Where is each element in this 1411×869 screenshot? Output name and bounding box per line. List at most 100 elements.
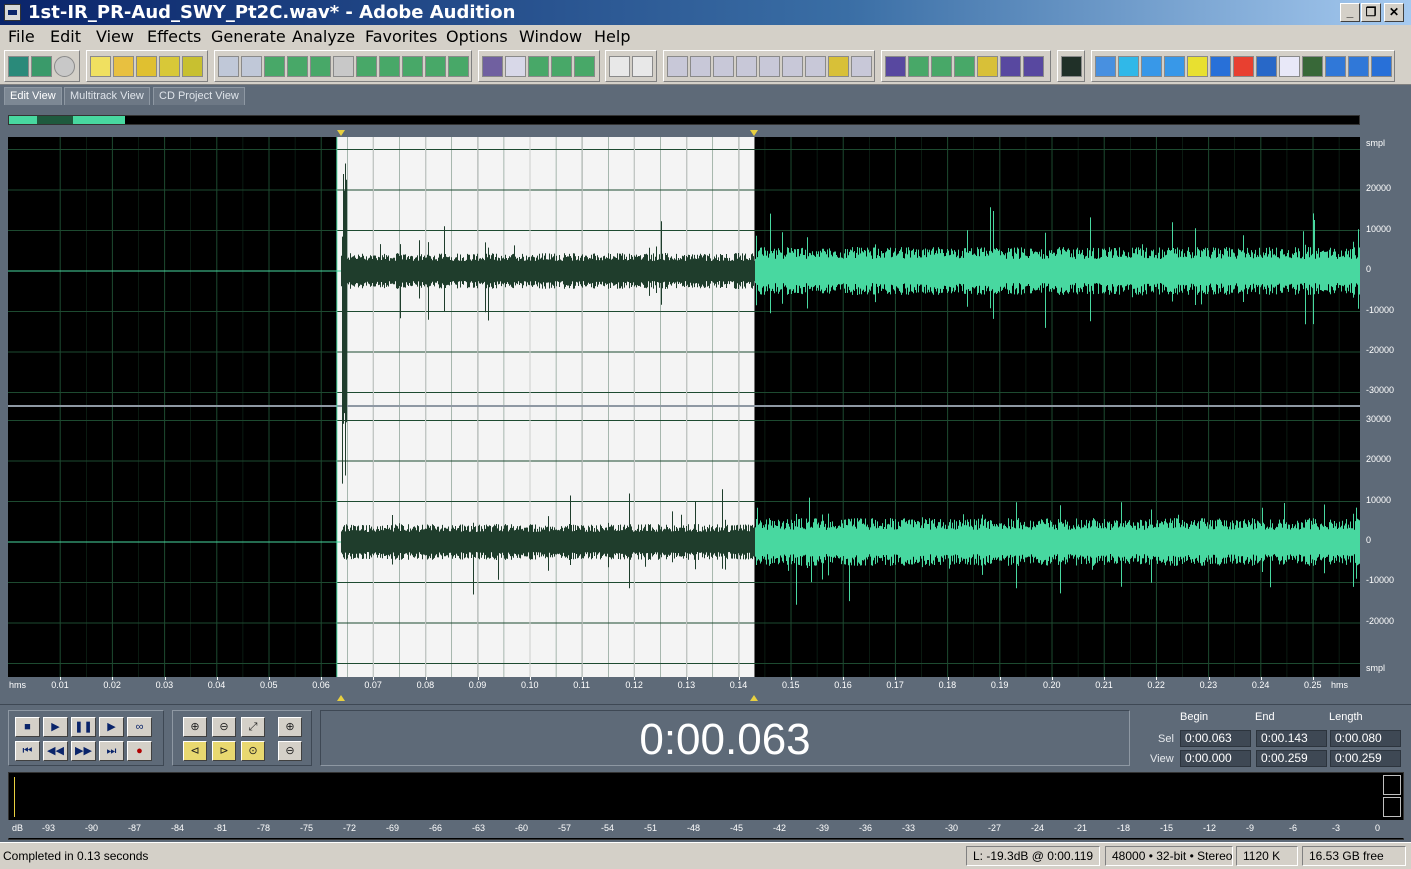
stop-button[interactable]: ■ — [15, 717, 40, 737]
open-folder-icon[interactable] — [113, 56, 134, 77]
menu-effects[interactable]: Effects — [147, 27, 201, 46]
go-to-start-button[interactable]: ⏮ — [15, 741, 40, 761]
menu-analyze[interactable]: Analyze — [292, 27, 355, 46]
view-end-field[interactable]: 0:00.259 — [1256, 750, 1327, 767]
selection-start-handle[interactable] — [337, 130, 345, 136]
plugin-bars-icon[interactable] — [1256, 56, 1277, 77]
plugin-meter-icon[interactable] — [1233, 56, 1254, 77]
reverb-icon[interactable] — [977, 56, 998, 77]
plugin-wave-icon[interactable] — [1141, 56, 1162, 77]
copy-icon[interactable] — [310, 56, 331, 77]
sel-end-field[interactable]: 0:00.143 — [1256, 730, 1327, 747]
plugin-flip-icon[interactable] — [1371, 56, 1392, 77]
tab-edit-view[interactable]: Edit View — [4, 87, 62, 105]
copy-new-icon[interactable] — [287, 56, 308, 77]
plugin-ac-icon[interactable] — [1118, 56, 1139, 77]
noise-reduction-icon[interactable] — [908, 56, 929, 77]
menu-generate[interactable]: Generate — [211, 27, 286, 46]
waveform-display[interactable] — [8, 137, 1360, 677]
play-to-end-button[interactable]: ▶ — [99, 717, 124, 737]
organizer-icon[interactable] — [667, 56, 688, 77]
time-ruler[interactable]: hms hms 0.01 0.02 0.03 0.04 0.05 0.06 0.07 0.08… — [8, 677, 1360, 695]
zoom-in-vertical-icon[interactable]: ⊕ — [278, 717, 302, 737]
save-all-icon[interactable] — [182, 56, 203, 77]
zoom-selection-icon[interactable]: ⊙ — [241, 741, 265, 761]
view-length-field[interactable]: 0:00.259 — [1330, 750, 1401, 767]
close-button[interactable]: ✕ — [1384, 3, 1404, 22]
selection-start-handle[interactable] — [337, 695, 345, 701]
multitrack-icon[interactable] — [31, 56, 52, 77]
filter-icon[interactable] — [1023, 56, 1044, 77]
sel-length-field[interactable]: 0:00.080 — [1330, 730, 1401, 747]
transport-window-icon[interactable] — [736, 56, 757, 77]
plugin-filter-icon[interactable] — [1210, 56, 1231, 77]
zoom-full-icon[interactable]: ⤢ — [241, 717, 265, 737]
plugin-mix-icon[interactable] — [1164, 56, 1185, 77]
plugin-stripes-icon[interactable] — [1279, 56, 1300, 77]
plugin-itu-icon[interactable] — [1325, 56, 1346, 77]
marquee-tool-icon[interactable] — [632, 56, 653, 77]
view-begin-field[interactable]: 0:00.000 — [1180, 750, 1251, 767]
play-button[interactable]: ▶ — [43, 717, 68, 737]
plugin-star-icon[interactable] — [1187, 56, 1208, 77]
waveform-overview-bar[interactable] — [8, 115, 1360, 125]
zoom-right-icon[interactable]: ⊳ — [212, 741, 236, 761]
menu-view[interactable]: View — [96, 27, 134, 46]
info-icon[interactable] — [690, 56, 711, 77]
pause-button[interactable]: ❚❚ — [71, 717, 96, 737]
save-icon[interactable] — [136, 56, 157, 77]
trim-icon[interactable] — [425, 56, 446, 77]
spectral-view-icon[interactable] — [482, 56, 503, 77]
plugin-sti-icon[interactable] — [1348, 56, 1369, 77]
amplify-icon[interactable] — [885, 56, 906, 77]
selection-end-handle[interactable] — [750, 130, 758, 136]
mix-paste-icon[interactable] — [402, 56, 423, 77]
new-file-icon[interactable] — [90, 56, 111, 77]
zoom-left-icon[interactable]: ⊲ — [183, 741, 207, 761]
snap-icon[interactable] — [528, 56, 549, 77]
overview-visible-range[interactable] — [37, 116, 73, 124]
selection-window-icon[interactable] — [805, 56, 826, 77]
menu-file[interactable]: File — [8, 27, 35, 46]
zoom-window-icon[interactable] — [759, 56, 780, 77]
cut-icon[interactable] — [333, 56, 354, 77]
menu-favorites[interactable]: Favorites — [365, 27, 437, 46]
mark-icon[interactable] — [448, 56, 469, 77]
menu-window[interactable]: Window — [519, 27, 582, 46]
restore-button[interactable]: ❐ — [1361, 3, 1381, 22]
minimize-button[interactable]: _ — [1340, 3, 1360, 22]
record-button[interactable]: ● — [127, 741, 152, 761]
zoom-out-icon[interactable]: ⊖ — [212, 717, 236, 737]
app-icon[interactable] — [4, 4, 21, 21]
zoom-out-vertical-icon[interactable]: ⊖ — [278, 741, 302, 761]
fast-forward-button[interactable]: ▶▶ — [71, 741, 96, 761]
clip-indicator-right[interactable] — [1383, 797, 1401, 817]
tab-cd-project-view[interactable]: CD Project View — [153, 87, 245, 105]
menu-edit[interactable]: Edit — [50, 27, 81, 46]
plugin-ap-icon[interactable] — [1095, 56, 1116, 77]
time-window-icon[interactable] — [782, 56, 803, 77]
repeat-icon[interactable] — [264, 56, 285, 77]
menu-help[interactable]: Help — [594, 27, 630, 46]
save-as-icon[interactable] — [159, 56, 180, 77]
plugin-analyzer-icon[interactable] — [1302, 56, 1323, 77]
frequency-analysis-icon[interactable] — [1061, 56, 1082, 77]
cd-icon[interactable] — [54, 56, 75, 77]
tab-multitrack-view[interactable]: Multitrack View — [64, 87, 150, 105]
undo-icon[interactable] — [218, 56, 239, 77]
status-bar-icon[interactable] — [851, 56, 872, 77]
graphic-eq-icon[interactable] — [931, 56, 952, 77]
clip-indicator-left[interactable] — [1383, 775, 1401, 795]
grid-icon[interactable] — [551, 56, 572, 77]
vertical-zoom-bar[interactable] — [1400, 115, 1411, 705]
delay-icon[interactable] — [1000, 56, 1021, 77]
time-selection-tool-icon[interactable] — [609, 56, 630, 77]
menu-options[interactable]: Options — [446, 27, 508, 46]
markers-icon[interactable] — [574, 56, 595, 77]
normalize-icon[interactable] — [954, 56, 975, 77]
paste-icon[interactable] — [356, 56, 377, 77]
selection-end-handle[interactable] — [750, 695, 758, 701]
rewind-button[interactable]: ◀◀ — [43, 741, 68, 761]
redo-icon[interactable] — [241, 56, 262, 77]
go-to-end-button[interactable]: ⏭ — [99, 741, 124, 761]
